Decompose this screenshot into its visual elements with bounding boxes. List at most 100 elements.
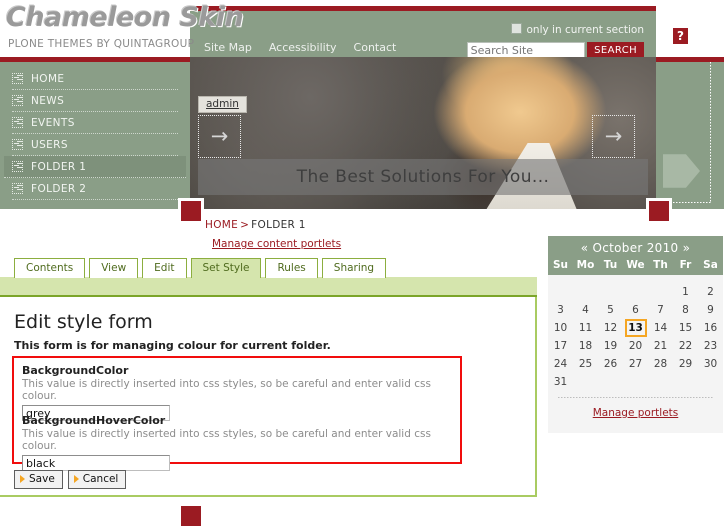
breadcrumb-separator: > — [240, 219, 250, 231]
breadcrumb-home[interactable]: HOME — [205, 219, 238, 231]
top-nav-site-map[interactable]: Site Map — [204, 41, 252, 54]
calendar-day[interactable]: 6 — [623, 301, 648, 319]
tab-sharing[interactable]: Sharing — [321, 258, 387, 278]
calendar-day[interactable]: 25 — [573, 355, 598, 373]
sidebar-item-users[interactable]: USERS — [12, 134, 178, 156]
calendar-day[interactable]: 21 — [648, 337, 673, 355]
calendar-day[interactable]: 9 — [698, 301, 723, 319]
calendar-day[interactable]: 31 — [548, 373, 573, 391]
field-help-text: This value is directly inserted into css… — [22, 378, 431, 402]
form-buttons: Save Cancel — [14, 470, 131, 489]
sidebar-item-folder-2[interactable]: FOLDER 2 — [12, 178, 178, 200]
calendar-day[interactable]: 24 — [548, 355, 573, 373]
only-current-section-label: only in current section — [526, 24, 645, 36]
field-background-hover-color: BackgroundHoverColor This value is direc… — [22, 414, 452, 471]
content-header-strip — [0, 277, 537, 297]
calendar-day[interactable]: 20 — [623, 337, 648, 355]
manage-content-portlets-link[interactable]: Manage content portlets — [212, 238, 341, 250]
calendar-day[interactable]: 2 — [698, 283, 723, 301]
calendar-day[interactable]: 30 — [698, 355, 723, 373]
only-current-section-row[interactable]: only in current section — [510, 23, 645, 36]
calendar-weekday: Th — [653, 259, 668, 271]
sidebar-item-home[interactable]: HOME — [12, 68, 178, 90]
calendar-weekday: Fr — [679, 259, 692, 271]
only-current-section-checkbox[interactable] — [510, 23, 522, 34]
calendar-day[interactable]: 8 — [673, 301, 698, 319]
panel-arrow-icon — [663, 154, 700, 188]
calendar-day[interactable] — [598, 283, 623, 301]
calendar-header: « October 2010 » — [548, 236, 723, 259]
calendar-day[interactable]: 16 — [698, 319, 723, 337]
calendar-weekday: Tu — [603, 259, 618, 271]
calendar-day[interactable] — [548, 283, 573, 301]
logo-title: Chameleon Skin — [6, 2, 244, 33]
arrow-right-icon: → — [210, 124, 229, 148]
sidebar-item-folder-1[interactable]: FOLDER 1 — [4, 156, 186, 178]
tab-set-style[interactable]: Set Style — [190, 258, 262, 278]
calendar-day-today[interactable]: 13 — [623, 319, 648, 337]
calendar-portlet: « October 2010 » Su Mo Tu We Th Fr Sa 1 … — [548, 236, 723, 433]
calendar-prev-month[interactable]: « — [581, 241, 589, 255]
calendar-day[interactable] — [598, 373, 623, 391]
calendar-day[interactable]: 29 — [673, 355, 698, 373]
background-hover-color-input[interactable] — [22, 455, 170, 471]
calendar-day[interactable] — [573, 283, 598, 301]
calendar-next-month[interactable]: » — [683, 241, 691, 255]
layout-marker-bottom — [178, 503, 204, 529]
right-decorative-panel — [656, 57, 724, 209]
help-icon[interactable]: ? — [673, 28, 688, 44]
calendar-day[interactable] — [573, 373, 598, 391]
save-button-label: Save — [29, 473, 55, 485]
site-logo[interactable]: Chameleon Skin PLONE THEMES BY QUINTAGRO… — [0, 0, 244, 57]
calendar-day[interactable]: 7 — [648, 301, 673, 319]
calendar-day[interactable]: 15 — [673, 319, 698, 337]
calendar-day[interactable]: 10 — [548, 319, 573, 337]
sidebar-item-events[interactable]: EVENTS — [12, 112, 178, 134]
calendar-day[interactable]: 1 — [673, 283, 698, 301]
panel-dotted-line-vertical — [710, 62, 711, 203]
calendar-day[interactable]: 3 — [548, 301, 573, 319]
banner-admin-badge[interactable]: admin — [198, 96, 247, 113]
sidebar-item-label: HOME — [31, 72, 65, 85]
hero-banner: admin → → The Best Solutions For You... — [190, 57, 656, 209]
top-nav-accessibility[interactable]: Accessibility — [269, 41, 337, 54]
calendar-day[interactable]: 4 — [573, 301, 598, 319]
calendar-day[interactable]: 27 — [623, 355, 648, 373]
calendar-day[interactable]: 19 — [598, 337, 623, 355]
calendar-day[interactable]: 5 — [598, 301, 623, 319]
sidebar-item-label: FOLDER 2 — [31, 182, 87, 195]
calendar-weekday-row: Su Mo Tu We Th Fr Sa — [548, 259, 723, 275]
calendar-day[interactable]: 23 — [698, 337, 723, 355]
tab-view[interactable]: View — [89, 258, 139, 278]
calendar-day[interactable] — [648, 283, 673, 301]
calendar-day[interactable]: 14 — [648, 319, 673, 337]
calendar-day[interactable]: 28 — [648, 355, 673, 373]
save-button[interactable]: Save — [14, 470, 63, 489]
calendar-day[interactable] — [648, 373, 673, 391]
calendar-day[interactable] — [623, 373, 648, 391]
tab-edit[interactable]: Edit — [142, 258, 187, 278]
cancel-button[interactable]: Cancel — [67, 470, 127, 489]
top-nav-contact[interactable]: Contact — [354, 41, 397, 54]
sidebar-item-label: EVENTS — [31, 116, 75, 129]
calendar-day[interactable] — [698, 373, 723, 391]
calendar-day[interactable] — [673, 373, 698, 391]
calendar-day[interactable]: 22 — [673, 337, 698, 355]
calendar-week-row: 10 11 12 13 14 15 16 — [548, 319, 723, 337]
manage-portlets-link[interactable]: Manage portlets — [548, 398, 723, 431]
banner-prev-button[interactable]: → — [198, 115, 241, 158]
calendar-day[interactable] — [623, 283, 648, 301]
calendar-day[interactable]: 11 — [573, 319, 598, 337]
calendar-week-row: 3 4 5 6 7 8 9 — [548, 301, 723, 319]
calendar-day[interactable]: 12 — [598, 319, 623, 337]
calendar-month-year: October 2010 — [592, 241, 679, 255]
sidebar-item-news[interactable]: NEWS — [12, 90, 178, 112]
left-navigation: HOME NEWS EVENTS USERS FOLDER 1 FOLDER 2 — [0, 57, 190, 209]
calendar-day[interactable]: 17 — [548, 337, 573, 355]
field-label: BackgroundHoverColor — [22, 414, 166, 427]
tab-rules[interactable]: Rules — [265, 258, 318, 278]
banner-next-button[interactable]: → — [592, 115, 635, 158]
tab-contents[interactable]: Contents — [14, 258, 86, 278]
calendar-day[interactable]: 18 — [573, 337, 598, 355]
calendar-day[interactable]: 26 — [598, 355, 623, 373]
